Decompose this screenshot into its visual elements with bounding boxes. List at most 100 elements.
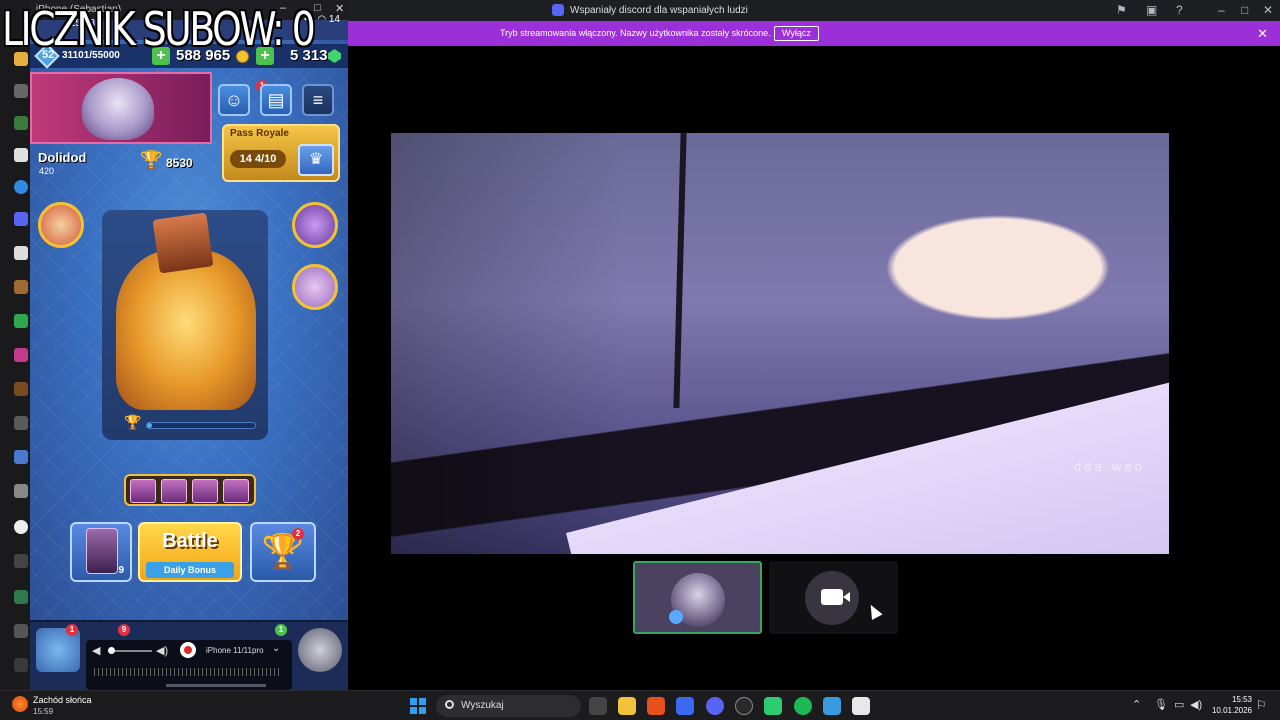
photos-icon[interactable]: [823, 697, 841, 715]
nav-tab-clan[interactable]: [298, 628, 342, 672]
speaker-icon[interactable]: ◀: [92, 644, 100, 657]
arena-image: [116, 250, 256, 410]
desktop-shortcut-icon[interactable]: [14, 658, 28, 672]
player-banner[interactable]: [30, 72, 212, 144]
taskbar-clock[interactable]: 15:53 10.01.2026: [1206, 694, 1252, 716]
pass-royale-progress: 14 4/10: [230, 150, 286, 168]
notification-badge: 1: [66, 624, 78, 636]
audio-device-name[interactable]: iPhone 11/11pro: [206, 646, 264, 655]
volume-icon[interactable]: ◀): [156, 644, 168, 657]
desktop-shortcut-icon[interactable]: [14, 624, 28, 638]
discord-icon[interactable]: [706, 697, 724, 715]
record-button[interactable]: [180, 642, 196, 658]
weather-label[interactable]: Zachód słońca: [33, 695, 92, 705]
deck-slot[interactable]: [192, 479, 218, 503]
start-button[interactable]: [410, 698, 426, 714]
desktop-shortcut-icon[interactable]: [14, 554, 28, 568]
desktop-shortcut-icon[interactable]: [14, 246, 28, 260]
disable-streamer-mode-button[interactable]: Wyłącz: [774, 26, 819, 41]
chevron-down-icon[interactable]: ⌄: [272, 643, 280, 654]
discord-logo-icon: [552, 4, 564, 16]
news-button[interactable]: ▤: [260, 84, 292, 116]
streamer-mode-message: Tryb streamowania włączony. Nazwy użytko…: [500, 28, 771, 38]
desktop-shortcut-icon[interactable]: [14, 520, 28, 534]
desktop-shortcut-icon[interactable]: [14, 180, 28, 194]
desktop-shortcut-icon[interactable]: [14, 484, 28, 498]
player-name: Dolidod: [38, 150, 87, 165]
trophy-road-button[interactable]: 🏆: [250, 522, 316, 582]
minimize-icon[interactable]: –: [1218, 3, 1225, 17]
discord-titlebar[interactable]: Wspaniały discord dla wspaniałych ludzi …: [348, 0, 1280, 21]
android-mirror-icon[interactable]: [764, 697, 782, 715]
pass-royale-tier: 14: [239, 153, 252, 165]
event-button[interactable]: [292, 264, 338, 310]
deck-selector[interactable]: [124, 474, 256, 506]
clan-button[interactable]: [38, 202, 84, 248]
battle-label: Battle: [162, 530, 218, 552]
close-notice-icon[interactable]: ✕: [1257, 26, 1268, 42]
camera-video-stream[interactable]: ddə·weo: [391, 133, 1169, 554]
notifications-icon[interactable]: ⚐: [1256, 698, 1267, 712]
network-icon[interactable]: ▭: [1174, 698, 1184, 711]
task-view-icon[interactable]: [589, 697, 607, 715]
card-icon: [86, 528, 118, 574]
brave-icon[interactable]: [647, 697, 665, 715]
maximize-icon[interactable]: □: [1241, 3, 1248, 17]
news-icon: ▤: [267, 90, 285, 110]
sub-counter-overlay: LICZNIK SUBOW: 0: [2, 2, 316, 56]
taskbar-search[interactable]: Wyszukaj: [436, 695, 581, 717]
file-explorer-icon[interactable]: [618, 697, 636, 715]
menu-button[interactable]: ≡: [302, 84, 334, 116]
desktop-shortcut-icon[interactable]: [14, 416, 28, 430]
audio-progress-bar[interactable]: [166, 684, 266, 687]
spotify-icon[interactable]: [794, 697, 812, 715]
friends-button[interactable]: ☺: [218, 84, 250, 116]
battle-button[interactable]: Battle Daily Bonus: [138, 522, 242, 582]
phone-mirror-window: iPhone (Sebastian) – □ ✕ 15:53 ▪▪▪ ◠ 14 …: [30, 0, 348, 690]
volume-slider-knob[interactable]: [108, 647, 115, 654]
clock-date: 10.01.2026: [1211, 706, 1252, 715]
close-icon[interactable]: ✕: [1263, 3, 1273, 17]
screen-icon[interactable]: ▣: [1146, 3, 1157, 17]
desktop-shortcut-icon[interactable]: [14, 450, 28, 464]
tray-overflow-chevron-icon[interactable]: ⌃: [1132, 698, 1141, 711]
volume-icon[interactable]: ◀): [1190, 698, 1202, 711]
chatgpt-icon[interactable]: [735, 697, 753, 715]
desktop-shortcut-icon[interactable]: [14, 382, 28, 396]
shop-offer-button[interactable]: [292, 202, 338, 248]
desktop-shortcut-icon[interactable]: [14, 148, 28, 162]
sunset-weather-icon[interactable]: [12, 696, 28, 712]
audio-controls: ◀ ◀) iPhone 11/11pro ⌄: [86, 640, 292, 690]
desktop-shortcut-icon[interactable]: [14, 116, 28, 130]
battery-level: 14: [328, 14, 340, 25]
desktop-shortcut-icon[interactable]: [14, 590, 28, 604]
participant-tile-speaking[interactable]: [633, 561, 762, 634]
inbox-icon[interactable]: ⚑: [1116, 3, 1127, 17]
notification-badge: 9: [118, 624, 130, 636]
desktop-shortcut-icon[interactable]: [14, 84, 28, 98]
deck-level: 9: [118, 565, 124, 576]
arc-browser-icon[interactable]: [676, 697, 694, 715]
notification-badge: 1: [275, 624, 287, 636]
help-icon[interactable]: ?: [1176, 3, 1183, 17]
notepad-icon[interactable]: [852, 697, 870, 715]
game-nav-bar: 1 9 1 ◀ ◀) iPhone 11/11pro ⌄: [30, 620, 348, 690]
player-banner-character-icon: [82, 78, 154, 140]
arena-trophy-icon: 🏆: [124, 414, 142, 430]
desktop-shortcut-icon[interactable]: [14, 314, 28, 328]
participant-tile-camera[interactable]: [769, 561, 898, 634]
arena-display[interactable]: 🏆: [102, 210, 268, 440]
clock-time: 15:53: [1231, 695, 1252, 704]
deck-button[interactable]: 9: [70, 522, 132, 582]
deck-slot[interactable]: [130, 479, 156, 503]
chest-icon: [152, 212, 214, 274]
deck-slot[interactable]: [223, 479, 249, 503]
pass-royale-button[interactable]: Pass Royale 14 4/10 ♛: [222, 124, 340, 182]
desktop-shortcut-icon[interactable]: [14, 280, 28, 294]
microphone-icon[interactable]: 🎙: [1154, 698, 1168, 711]
desktop-shortcut-icon[interactable]: [14, 212, 28, 226]
trophy-count: 8530: [166, 156, 193, 170]
desktop-shortcut-icon[interactable]: [14, 348, 28, 362]
maximize-icon[interactable]: □: [314, 2, 321, 14]
deck-slot[interactable]: [161, 479, 187, 503]
